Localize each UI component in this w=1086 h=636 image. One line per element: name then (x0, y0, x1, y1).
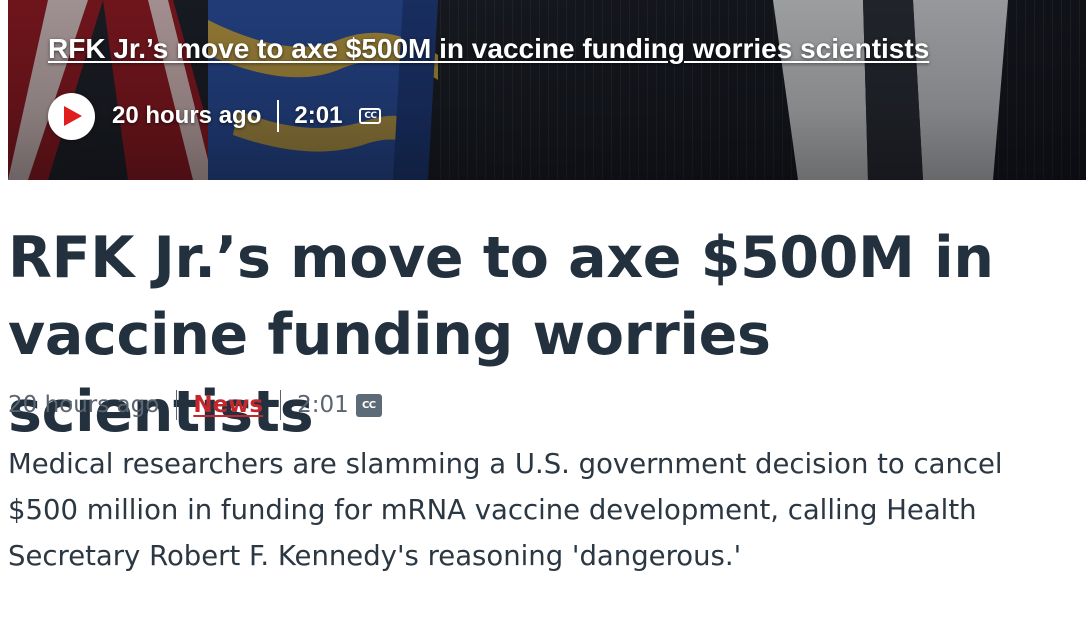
meta-divider (277, 100, 280, 132)
video-time-ago: 20 hours ago (112, 102, 262, 129)
article-duration: 2:01 (297, 392, 349, 418)
closed-captions-icon: CC (355, 393, 382, 417)
meta-divider (280, 390, 282, 420)
play-icon (64, 106, 82, 126)
hero-overlay (8, 0, 1086, 180)
meta-divider (176, 390, 178, 420)
article-time-ago: 20 hours ago (8, 392, 160, 418)
closed-captions-icon: CC (359, 108, 382, 124)
play-button[interactable] (48, 92, 95, 140)
article-summary: Medical researchers are slamming a U.S. … (8, 448, 1003, 572)
video-duration: 2:01 (294, 102, 343, 129)
video-hero[interactable]: RFK Jr.’s move to axe $500M in vaccine f… (8, 0, 1086, 180)
category-link-news[interactable]: News (193, 392, 263, 418)
article-meta: 20 hours ago News 2:01 CC (8, 388, 382, 422)
video-meta: 20 hours ago 2:01 CC (48, 92, 382, 140)
video-title-link[interactable]: RFK Jr.’s move to axe $500M in vaccine f… (48, 31, 929, 67)
